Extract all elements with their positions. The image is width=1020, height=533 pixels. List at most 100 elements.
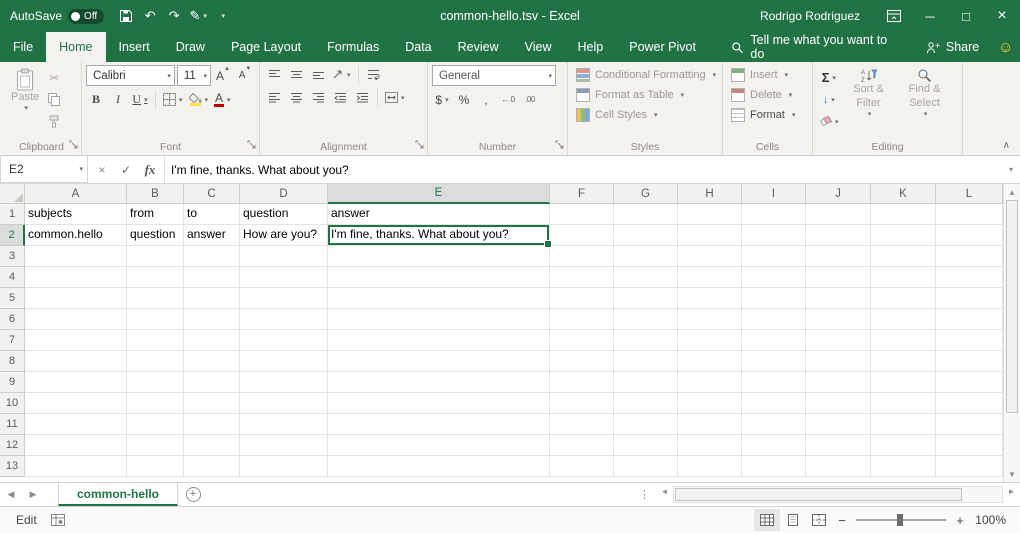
cell-D11[interactable]: [240, 414, 328, 435]
cell-A3[interactable]: [25, 246, 127, 267]
insert-function-button[interactable]: fx: [138, 156, 162, 183]
cell-B6[interactable]: [127, 309, 184, 330]
fill-color-button[interactable]: ▾: [187, 90, 211, 109]
row-header-2[interactable]: 2: [0, 225, 25, 246]
cell-H12[interactable]: [678, 435, 742, 456]
top-align-button[interactable]: [264, 65, 284, 84]
cell-C5[interactable]: [184, 288, 240, 309]
cell-L6[interactable]: [936, 309, 1003, 330]
middle-align-button[interactable]: [286, 65, 306, 84]
cell-G12[interactable]: [614, 435, 678, 456]
cell-L13[interactable]: [936, 456, 1003, 477]
cell-K8[interactable]: [871, 351, 936, 372]
autosave-toggle[interactable]: AutoSave Off: [0, 9, 114, 24]
cell-K10[interactable]: [871, 393, 936, 414]
cell-F12[interactable]: [550, 435, 614, 456]
cell-K4[interactable]: [871, 267, 936, 288]
cell-C12[interactable]: [184, 435, 240, 456]
column-header-F[interactable]: F: [550, 184, 614, 204]
vertical-scroll-track[interactable]: [1004, 200, 1020, 466]
cell-C7[interactable]: [184, 330, 240, 351]
select-all-button[interactable]: [0, 184, 25, 204]
horizontal-scroll-thumb[interactable]: [675, 488, 962, 501]
cell-A12[interactable]: [25, 435, 127, 456]
cell-H10[interactable]: [678, 393, 742, 414]
bottom-align-button[interactable]: [308, 65, 328, 84]
normal-view-button[interactable]: [754, 509, 780, 531]
cell-J3[interactable]: [806, 246, 871, 267]
decrease-decimal-button[interactable]: .00: [520, 90, 540, 109]
row-header-7[interactable]: 7: [0, 330, 25, 351]
cell-J6[interactable]: [806, 309, 871, 330]
percent-style-button[interactable]: %: [454, 90, 474, 109]
cell-D6[interactable]: [240, 309, 328, 330]
new-sheet-button[interactable]: +: [178, 483, 208, 506]
number-format-select[interactable]: General▾: [432, 65, 556, 86]
cell-I11[interactable]: [742, 414, 806, 435]
cell-B13[interactable]: [127, 456, 184, 477]
zoom-out-button[interactable]: −: [832, 513, 852, 528]
cell-A6[interactable]: [25, 309, 127, 330]
center-button[interactable]: [286, 88, 306, 107]
page-layout-view-button[interactable]: [780, 509, 806, 531]
cell-H9[interactable]: [678, 372, 742, 393]
cell-J8[interactable]: [806, 351, 871, 372]
column-header-D[interactable]: D: [240, 184, 328, 204]
underline-button[interactable]: U▾: [130, 90, 150, 109]
cell-D4[interactable]: [240, 267, 328, 288]
cell-E5[interactable]: [328, 288, 550, 309]
tab-formulas[interactable]: Formulas: [314, 32, 392, 62]
scroll-up-arrow[interactable]: ▲: [1004, 184, 1020, 200]
increase-indent-button[interactable]: [352, 88, 372, 107]
increase-font-size-button[interactable]: A▲: [213, 66, 233, 85]
customize-quick-access-button[interactable]: ▾: [210, 0, 234, 32]
cell-B12[interactable]: [127, 435, 184, 456]
cell-I4[interactable]: [742, 267, 806, 288]
formula-input[interactable]: I'm fine, thanks. What about you?: [165, 156, 1002, 183]
cell-C13[interactable]: [184, 456, 240, 477]
cell-J1[interactable]: [806, 204, 871, 225]
tab-page-layout[interactable]: Page Layout: [218, 32, 314, 62]
cell-E8[interactable]: [328, 351, 550, 372]
cell-I12[interactable]: [742, 435, 806, 456]
cancel-button[interactable]: ×: [90, 156, 114, 183]
clipboard-dialog-launcher[interactable]: [69, 138, 78, 152]
cell-K11[interactable]: [871, 414, 936, 435]
share-button[interactable]: Share: [914, 32, 991, 62]
cell-I2[interactable]: [742, 225, 806, 246]
cell-G5[interactable]: [614, 288, 678, 309]
cell-I3[interactable]: [742, 246, 806, 267]
cell-L10[interactable]: [936, 393, 1003, 414]
format-button[interactable]: Format▾: [727, 105, 808, 125]
merge-center-button[interactable]: ▾: [383, 88, 407, 107]
insert-button[interactable]: Insert▾: [727, 65, 808, 85]
cell-G9[interactable]: [614, 372, 678, 393]
cell-K5[interactable]: [871, 288, 936, 309]
find-select-button[interactable]: Find & Select ▾: [897, 65, 953, 139]
cell-F11[interactable]: [550, 414, 614, 435]
column-header-H[interactable]: H: [678, 184, 742, 204]
scroll-down-arrow[interactable]: ▼: [1004, 466, 1020, 482]
delete-button[interactable]: Delete▾: [727, 85, 808, 105]
cell-A8[interactable]: [25, 351, 127, 372]
cell-B10[interactable]: [127, 393, 184, 414]
page-break-view-button[interactable]: [806, 509, 832, 531]
cell-G1[interactable]: [614, 204, 678, 225]
column-header-A[interactable]: A: [25, 184, 127, 204]
row-header-9[interactable]: 9: [0, 372, 25, 393]
cell-D2[interactable]: How are you?: [240, 225, 328, 246]
copy-button[interactable]: [44, 90, 64, 109]
cell-L3[interactable]: [936, 246, 1003, 267]
paste-button[interactable]: Paste ▾: [6, 65, 44, 139]
cell-I8[interactable]: [742, 351, 806, 372]
fill-button[interactable]: ↓▾: [817, 90, 841, 109]
horizontal-scroll-track[interactable]: [673, 486, 1003, 503]
cell-H13[interactable]: [678, 456, 742, 477]
cell-F1[interactable]: [550, 204, 614, 225]
number-dialog-launcher[interactable]: [555, 138, 564, 152]
sheet-tab-common-hello[interactable]: common-hello: [58, 483, 178, 506]
cell-H2[interactable]: [678, 225, 742, 246]
cell-F6[interactable]: [550, 309, 614, 330]
cell-H4[interactable]: [678, 267, 742, 288]
cell-F7[interactable]: [550, 330, 614, 351]
